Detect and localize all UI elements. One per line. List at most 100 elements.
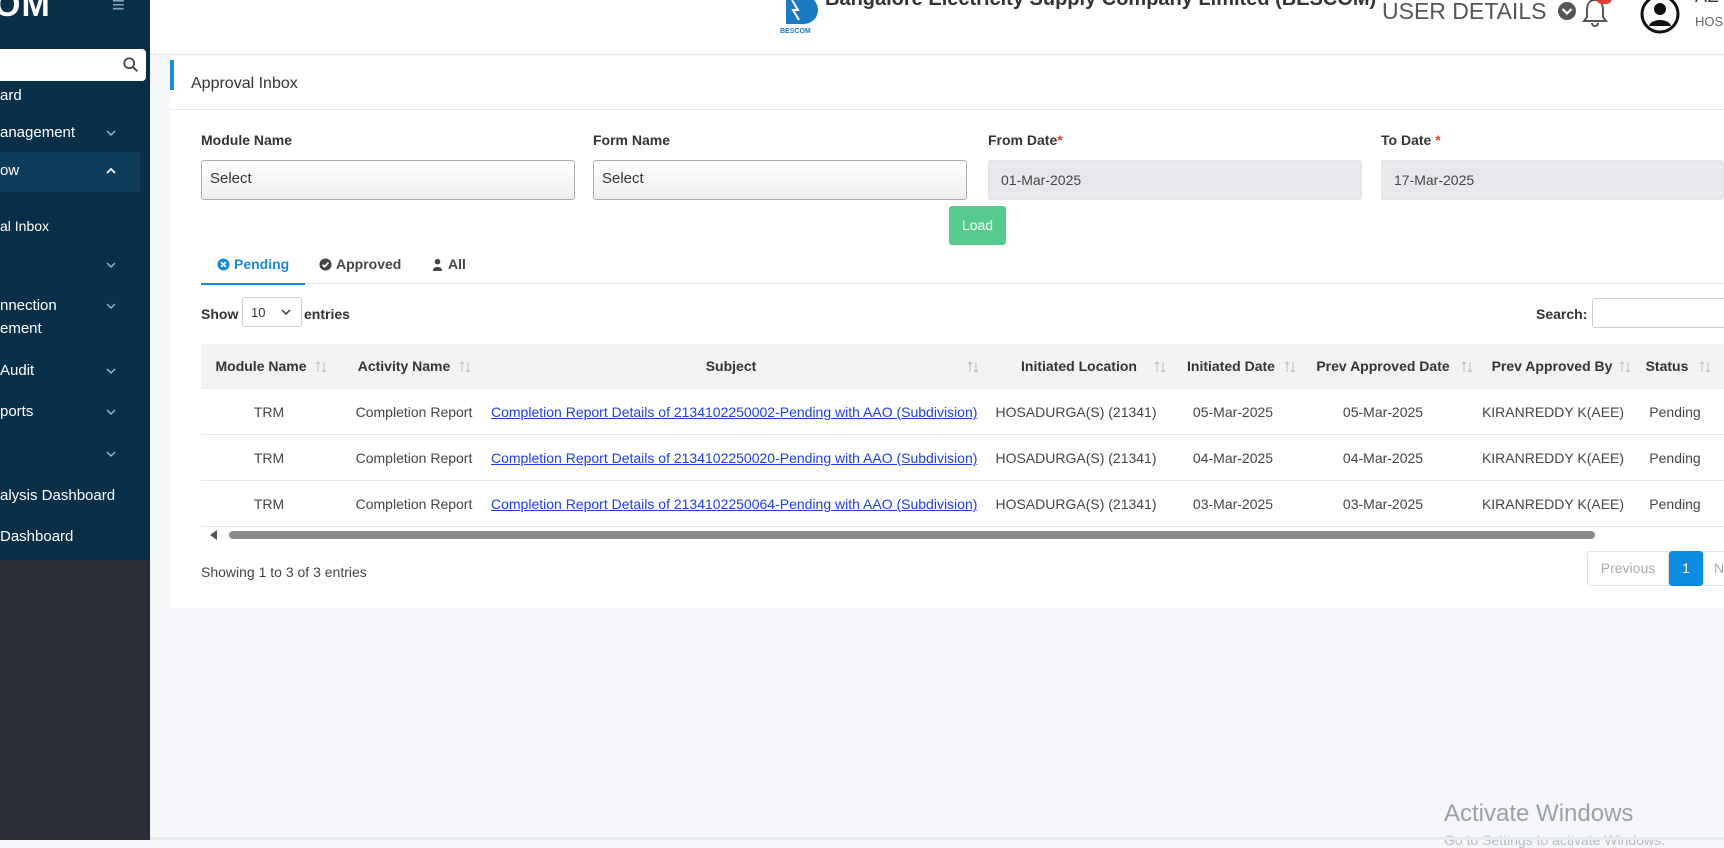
cell-prev-approved-date: 04-Mar-2025 — [1342, 450, 1424, 466]
brand-logo: OM — [0, 0, 51, 24]
user-details-menu[interactable]: USER DETAILS — [1382, 0, 1577, 25]
cell-activity: Completion Report — [355, 496, 473, 512]
sidebar-item-connection-line2: ement — [0, 320, 42, 337]
tab-approved[interactable]: Approved — [319, 256, 401, 284]
sort-icon[interactable] — [315, 360, 327, 374]
cell-initiated-location: HOSADURGA(S) (21341) — [995, 450, 1157, 466]
column-header-status[interactable]: Status — [1635, 344, 1699, 389]
user-icon — [432, 258, 443, 271]
cell-module: TRM — [253, 404, 285, 420]
page-title: Approval Inbox — [191, 75, 298, 92]
entries-label: entries — [304, 306, 350, 322]
sidebar-search-input[interactable] — [0, 49, 146, 81]
sidebar-item-connection[interactable]: nnection — [0, 297, 140, 314]
column-header-initiated-location[interactable]: Initiated Location — [989, 344, 1169, 389]
sidebar-item-audit[interactable]: Audit — [0, 362, 140, 379]
subject-link[interactable]: Completion Report Details of 21341022500… — [491, 389, 977, 435]
sidebar-item-dashboard-2[interactable]: Dashboard — [0, 528, 140, 545]
bescom-logo-icon: BESCOM — [780, 0, 818, 35]
cell-status: Pending — [1649, 450, 1701, 466]
sort-icon[interactable] — [1284, 360, 1296, 374]
required-mark: * — [1435, 132, 1441, 148]
page-size-select[interactable]: 10 — [242, 297, 302, 327]
table-info: Showing 1 to 3 of 3 entries — [201, 564, 367, 580]
subject-link[interactable]: Completion Report Details of 21341022500… — [491, 435, 977, 481]
sort-icon[interactable] — [967, 360, 979, 374]
user-avatar-icon[interactable] — [1640, 0, 1680, 34]
sort-icon[interactable] — [1154, 360, 1166, 374]
notification-bell-icon[interactable] — [1580, 0, 1610, 28]
page-1-button[interactable]: 1 — [1669, 551, 1703, 586]
column-header-subject[interactable]: Subject — [481, 344, 981, 389]
sort-icon[interactable] — [1461, 360, 1473, 374]
sidebar-item-management[interactable]: anagement — [0, 124, 140, 141]
column-header-activity[interactable]: Activity Name — [329, 344, 479, 389]
search-icon[interactable] — [122, 56, 140, 74]
cell-prev-approved-date: 03-Mar-2025 — [1342, 496, 1424, 512]
menu-toggle-icon[interactable]: ≡ — [112, 0, 125, 18]
sidebar-footer — [0, 560, 150, 840]
chevron-down-icon — [106, 262, 116, 269]
next-page-button[interactable]: Ne — [1703, 551, 1724, 586]
approval-inbox-card: Approval Inbox Module Name Select Form N… — [170, 56, 1724, 608]
table-search-input[interactable] — [1592, 298, 1724, 328]
cell-initiated-date: 03-Mar-2025 — [1192, 496, 1274, 512]
cell-initiated-date: 04-Mar-2025 — [1192, 450, 1274, 466]
cell-module: TRM — [253, 450, 285, 466]
cell-initiated-location: HOSADURGA(S) (21341) — [995, 404, 1157, 420]
sidebar-item-approval-inbox[interactable]: al Inbox — [0, 218, 140, 234]
cell-module: TRM — [253, 496, 285, 512]
user-name: AE — [1695, 0, 1719, 7]
sidebar-item-dashboard[interactable]: ard — [0, 87, 140, 104]
column-header-prev-approved-by[interactable]: Prev Approved By — [1477, 344, 1627, 389]
cell-activity: Completion Report — [355, 404, 473, 420]
tab-all[interactable]: All — [431, 256, 466, 284]
form-name-select[interactable]: Select — [593, 160, 967, 200]
chevron-circle-down-icon — [1557, 2, 1576, 20]
sort-icon[interactable] — [1699, 360, 1711, 374]
chevron-down-icon — [106, 303, 116, 310]
chevron-down-icon — [106, 409, 116, 416]
times-circle-icon — [217, 258, 230, 271]
logo-caption: BESCOM — [780, 28, 811, 35]
tabs-divider — [201, 283, 1724, 284]
cell-status: Pending — [1649, 496, 1701, 512]
card-divider — [170, 109, 1724, 110]
sort-icon[interactable] — [1619, 360, 1631, 374]
to-date-input[interactable]: 17-Mar-2025 — [1381, 160, 1724, 200]
check-circle-icon — [319, 258, 332, 271]
subject-link[interactable]: Completion Report Details of 21341022500… — [491, 481, 977, 527]
form-name-label: Form Name — [593, 132, 671, 148]
previous-page-button[interactable]: Previous — [1587, 551, 1669, 586]
chevron-down-icon — [281, 309, 291, 316]
cell-prev-approved-by: KIRANREDDY K(AEE) — [1481, 404, 1625, 420]
sidebar-item-workflow[interactable]: ow — [0, 152, 140, 192]
from-date-input[interactable]: 01-Mar-2025 — [988, 160, 1362, 200]
cell-activity: Completion Report — [355, 450, 473, 466]
required-mark: * — [1057, 132, 1063, 148]
cell-initiated-location: HOSADURGA(S) (21341) — [995, 496, 1157, 512]
sort-icon[interactable] — [459, 360, 471, 374]
sidebar-item-collapsed-1[interactable] — [0, 256, 140, 276]
cell-prev-approved-by: KIRANREDDY K(AEE) — [1481, 496, 1625, 512]
sidebar-item-analysis-dashboard[interactable]: alysis Dashboard — [0, 487, 150, 504]
column-header-initiated-date[interactable]: Initiated Date — [1171, 344, 1291, 389]
chevron-down-icon — [106, 368, 116, 375]
column-header-module[interactable]: Module Name — [201, 344, 321, 389]
load-button[interactable]: Load — [949, 206, 1006, 245]
to-date-label: To Date * — [1381, 132, 1441, 148]
module-name-label: Module Name — [201, 132, 293, 148]
table-row: TRM Completion Report Completion Report … — [201, 435, 1724, 481]
table-horizontal-scrollbar[interactable] — [201, 529, 1724, 541]
column-header-prev-approved-date[interactable]: Prev Approved Date — [1301, 344, 1465, 389]
sidebar-item-collapsed-2[interactable] — [0, 445, 140, 465]
page-size-value: 10 — [251, 305, 266, 320]
module-name-select[interactable]: Select — [201, 160, 575, 200]
scroll-left-arrow-icon[interactable] — [209, 530, 219, 540]
scrollbar-thumb[interactable] — [229, 531, 1595, 539]
tab-pending[interactable]: Pending — [201, 256, 306, 285]
company-name: Bangalore Electricity Supply Company Lim… — [825, 0, 1376, 11]
cell-status: Pending — [1649, 404, 1701, 420]
sidebar-item-reports[interactable]: ports — [0, 403, 140, 420]
table-row: TRM Completion Report Completion Report … — [201, 389, 1724, 435]
